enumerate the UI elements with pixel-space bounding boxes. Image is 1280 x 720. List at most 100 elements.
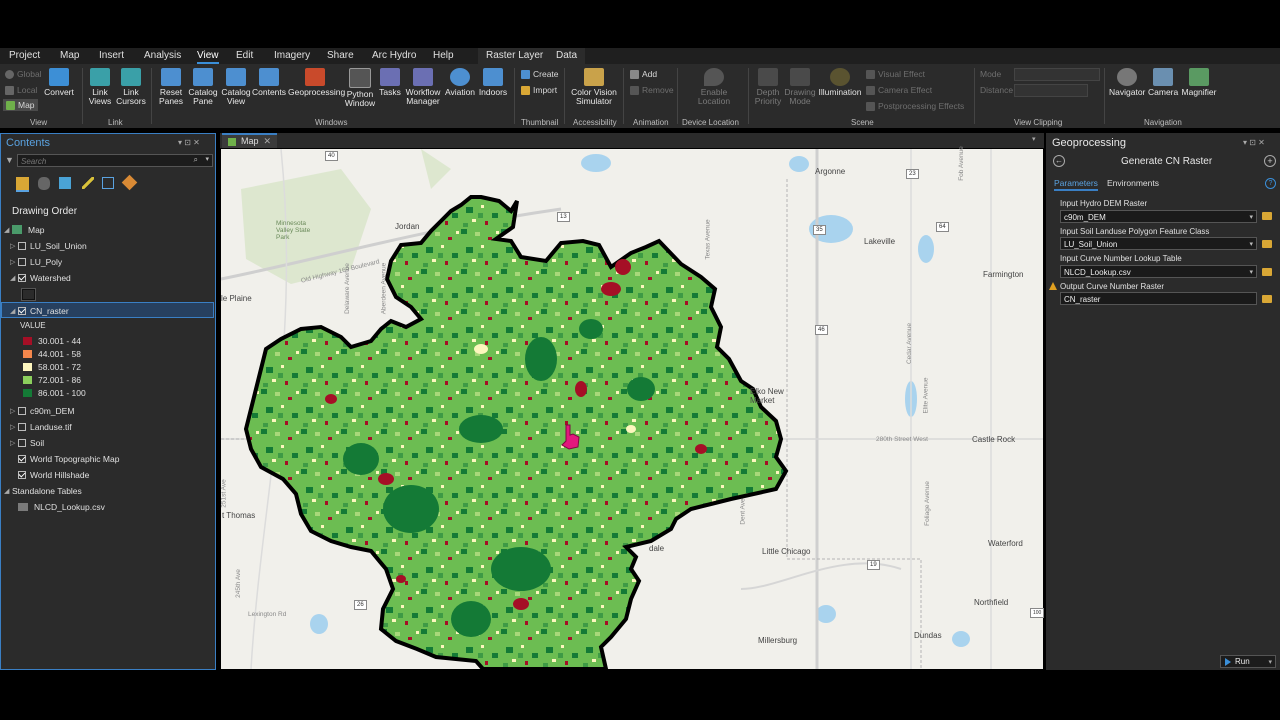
filter-icon[interactable]: ▼ <box>5 155 14 165</box>
caret-icon[interactable]: ▷ <box>10 242 18 250</box>
list-by-drawing-order-icon[interactable] <box>16 177 29 192</box>
tab-map[interactable]: Map ✕ <box>222 133 278 149</box>
visibility-checkbox[interactable] <box>18 406 26 415</box>
search-input[interactable] <box>18 156 184 167</box>
list-by-snapping-icon[interactable] <box>102 177 114 189</box>
indoors-button[interactable]: Indoors <box>478 68 508 97</box>
menu-project[interactable]: Project <box>9 50 40 61</box>
drawing-mode-button[interactable]: Drawing Mode <box>784 68 816 106</box>
local-button[interactable]: Local <box>5 85 37 95</box>
dem-raster-input[interactable]: c90m_DEM ▾ <box>1060 210 1257 223</box>
remove-animation-button[interactable]: Remove <box>630 85 674 95</box>
visibility-checkbox[interactable] <box>18 454 26 463</box>
magnifier-button[interactable]: Magnifier <box>1180 68 1218 97</box>
tab-environments[interactable]: Environments <box>1107 178 1159 188</box>
legend-swatch[interactable] <box>23 336 32 345</box>
caret-icon[interactable]: ▷ <box>10 407 18 415</box>
layer-world-topographic-map[interactable]: World Topographic Map <box>10 451 119 466</box>
layer-world-hillshade[interactable]: World Hillshade <box>10 467 89 482</box>
create-thumbnail-button[interactable]: Create <box>521 69 559 79</box>
layer-cn-raster[interactable]: ◢ CN_raster <box>10 303 69 318</box>
list-by-selection-icon[interactable] <box>59 177 71 189</box>
camera-button[interactable]: Camera <box>1148 68 1178 97</box>
visibility-checkbox[interactable] <box>18 241 26 250</box>
list-by-source-icon[interactable] <box>38 177 50 190</box>
menu-share[interactable]: Share <box>327 50 354 61</box>
chevron-down-icon[interactable]: ▾ <box>1268 658 1272 666</box>
pane-options-icon[interactable]: ▾ ⊡ ✕ <box>1243 138 1265 147</box>
layer-watershed[interactable]: ◢ Watershed <box>10 270 71 285</box>
add-icon[interactable]: + <box>1264 155 1276 167</box>
visibility-checkbox[interactable] <box>18 306 26 315</box>
menu-view[interactable]: View <box>197 50 219 64</box>
illumination-button[interactable]: Illumination <box>818 68 862 97</box>
tree-map[interactable]: ◢ Map <box>4 222 45 237</box>
folder-icon[interactable] <box>1262 240 1272 248</box>
tab-raster-layer[interactable]: Raster Layer <box>478 48 552 64</box>
tab-parameters[interactable]: Parameters <box>1054 178 1098 191</box>
tasks-button[interactable]: Tasks <box>377 68 403 97</box>
convert-button[interactable]: Convert <box>44 68 74 97</box>
map-canvas[interactable] <box>221 149 1043 669</box>
visibility-checkbox[interactable] <box>18 438 26 447</box>
layer-lu-soil-union[interactable]: ▷ LU_Soil_Union <box>10 238 87 253</box>
help-icon[interactable]: ? <box>1265 178 1276 189</box>
link-views-button[interactable]: Link Views <box>86 68 114 106</box>
mode-dropdown[interactable] <box>1014 68 1100 81</box>
watershed-symbol[interactable] <box>22 289 35 300</box>
menu-insert[interactable]: Insert <box>99 50 124 61</box>
layer-c90m-dem[interactable]: ▷ c90m_DEM <box>10 403 74 418</box>
caret-icon[interactable]: ◢ <box>10 307 18 315</box>
chevron-down-icon[interactable]: ▾ <box>1249 266 1253 279</box>
caret-icon[interactable]: ◢ <box>10 274 18 282</box>
contents-search-box[interactable]: ⌕ ▾ <box>17 154 213 167</box>
aviation-button[interactable]: Aviation <box>444 68 476 97</box>
search-icon[interactable]: ⌕ <box>194 155 198 165</box>
menu-help[interactable]: Help <box>433 50 454 61</box>
reset-panes-button[interactable]: Reset Panes <box>155 68 187 106</box>
visual-effect-button[interactable]: Visual Effect <box>866 69 925 79</box>
menu-arc-hydro[interactable]: Arc Hydro <box>372 50 416 61</box>
layer-soil[interactable]: ▷ Soil <box>10 435 44 450</box>
menu-map[interactable]: Map <box>60 50 79 61</box>
menu-imagery[interactable]: Imagery <box>274 50 310 61</box>
link-cursors-button[interactable]: Link Cursors <box>116 68 146 106</box>
table-nlcd-lookup[interactable]: NLCD_Lookup.csv <box>18 499 105 514</box>
visibility-checkbox[interactable] <box>18 470 26 479</box>
visibility-checkbox[interactable] <box>18 273 26 282</box>
menu-edit[interactable]: Edit <box>236 50 253 61</box>
chevron-down-icon[interactable]: ▾ <box>205 155 209 163</box>
folder-icon[interactable] <box>1262 295 1272 303</box>
soil-landuse-input[interactable]: LU_Soil_Union ▾ <box>1060 237 1257 250</box>
close-icon[interactable]: ✕ <box>264 134 272 149</box>
legend-swatch[interactable] <box>23 375 32 384</box>
caret-icon[interactable]: ◢ <box>4 487 12 495</box>
chevron-down-icon[interactable]: ▾ <box>1032 135 1036 143</box>
add-animation-button[interactable]: Add <box>630 69 657 79</box>
distance-field[interactable] <box>1014 84 1088 97</box>
caret-icon[interactable]: ▷ <box>10 439 18 447</box>
folder-icon[interactable] <box>1262 212 1272 220</box>
visibility-checkbox[interactable] <box>18 257 26 266</box>
layer-landuse[interactable]: ▷ Landuse.tif <box>10 419 72 434</box>
menu-analysis[interactable]: Analysis <box>144 50 181 61</box>
tab-data[interactable]: Data <box>548 48 586 64</box>
navigator-button[interactable]: Navigator <box>1109 68 1145 97</box>
camera-effect-button[interactable]: Camera Effect <box>866 85 932 95</box>
pane-options-icon[interactable]: ▾ ⊡ ✕ <box>178 138 200 147</box>
layer-lu-poly[interactable]: ▷ LU_Poly <box>10 254 62 269</box>
lookup-table-input[interactable]: NLCD_Lookup.csv ▾ <box>1060 265 1257 278</box>
legend-item[interactable]: 86.001 - 100 <box>23 385 86 400</box>
map-button[interactable]: Map <box>3 99 38 111</box>
catalog-pane-button[interactable]: Catalog Pane <box>187 68 219 106</box>
caret-icon[interactable]: ▷ <box>10 423 18 431</box>
workflow-manager-button[interactable]: Workflow Manager <box>404 68 442 106</box>
global-button[interactable]: Global <box>5 69 42 79</box>
visibility-checkbox[interactable] <box>18 422 26 431</box>
geoprocessing-button[interactable]: Geoprocessing <box>288 68 345 97</box>
contents-button[interactable]: Contents <box>252 68 286 97</box>
chevron-down-icon[interactable]: ▾ <box>1249 238 1253 251</box>
run-button[interactable]: Run ▾ <box>1220 655 1276 668</box>
caret-icon[interactable]: ▷ <box>10 258 18 266</box>
folder-icon[interactable] <box>1262 268 1272 276</box>
